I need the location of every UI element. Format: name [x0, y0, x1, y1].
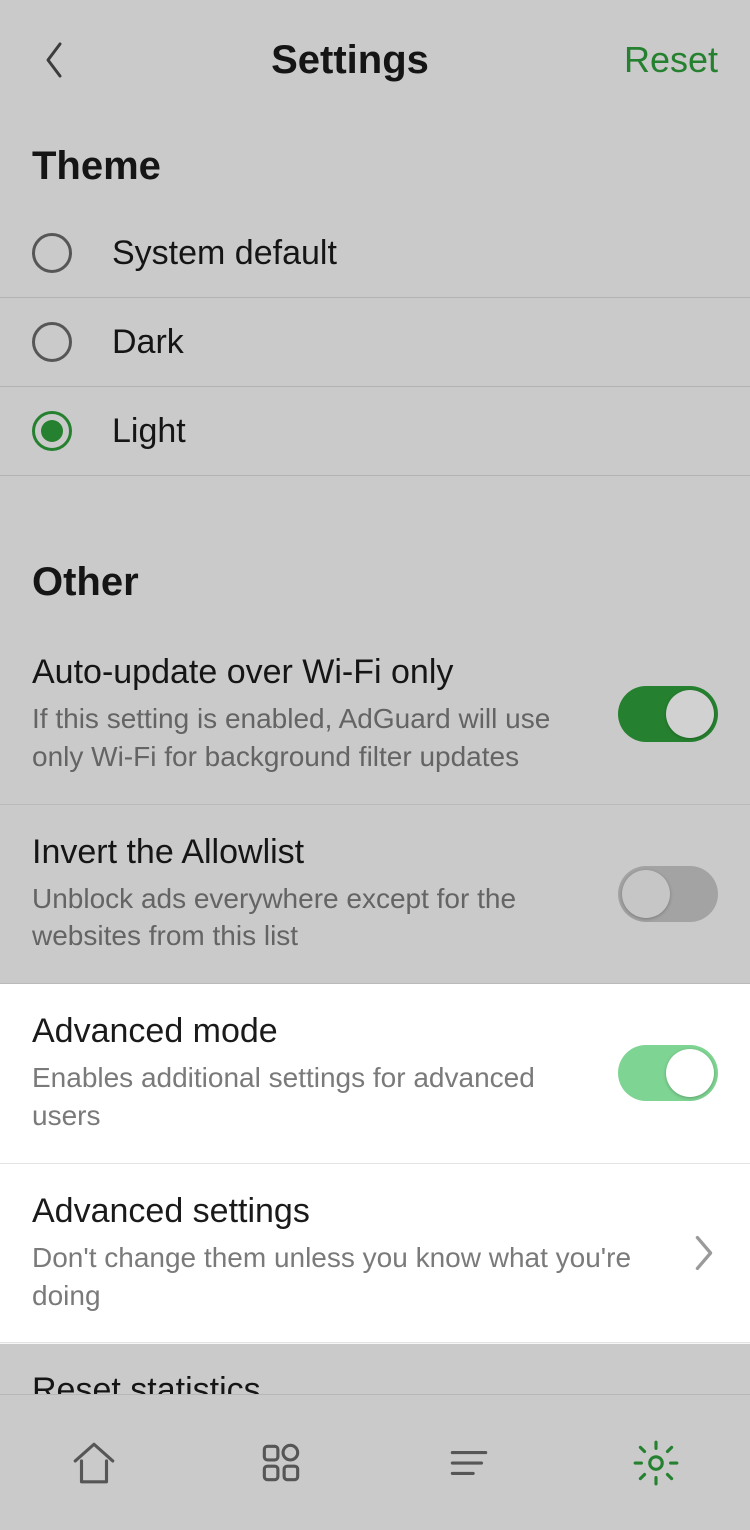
theme-option-label: System default — [112, 234, 337, 273]
toggle-knob — [666, 690, 714, 738]
tab-home[interactable] — [69, 1438, 119, 1488]
spacer — [0, 476, 750, 536]
toggle-knob — [666, 1049, 714, 1097]
toggle-invert-allowlist[interactable] — [618, 866, 718, 922]
row-text: Invert the Allowlist Unblock ads everywh… — [32, 833, 618, 956]
row-advanced-mode[interactable]: Advanced mode Enables additional setting… — [0, 984, 750, 1164]
section-heading-theme: Theme — [0, 120, 750, 209]
chevron-left-icon — [42, 40, 66, 80]
gear-icon — [631, 1438, 681, 1488]
row-text: Advanced mode Enables additional setting… — [32, 1012, 618, 1135]
page-title: Settings — [76, 38, 624, 83]
row-text: Advanced settings Don't change them unle… — [32, 1192, 690, 1315]
header: Settings Reset — [0, 0, 750, 120]
theme-option-label: Dark — [112, 323, 184, 362]
row-desc: If this setting is enabled, AdGuard will… — [32, 700, 594, 776]
radio-icon — [32, 322, 72, 362]
home-icon — [69, 1438, 119, 1488]
tab-activity[interactable] — [444, 1438, 494, 1488]
row-desc: Enables additional settings for advanced… — [32, 1059, 594, 1135]
chevron-right-icon — [690, 1231, 718, 1275]
radio-icon — [32, 233, 72, 273]
toggle-knob — [622, 870, 670, 918]
toggle-wifi-only[interactable] — [618, 686, 718, 742]
toggle-advanced-mode[interactable] — [618, 1045, 718, 1101]
row-title: Advanced settings — [32, 1192, 666, 1231]
back-button[interactable] — [32, 38, 76, 82]
radio-icon-selected — [32, 411, 72, 451]
reset-button[interactable]: Reset — [624, 39, 718, 81]
tab-settings[interactable] — [631, 1438, 681, 1488]
row-advanced-settings[interactable]: Advanced settings Don't change them unle… — [0, 1164, 750, 1344]
section-heading-other: Other — [0, 536, 750, 625]
row-invert-allowlist[interactable]: Invert the Allowlist Unblock ads everywh… — [0, 805, 750, 985]
row-desc: Unblock ads everywhere except for the we… — [32, 880, 594, 956]
tab-apps[interactable] — [256, 1438, 306, 1488]
list-icon — [444, 1438, 494, 1488]
theme-option-label: Light — [112, 412, 186, 451]
row-title: Invert the Allowlist — [32, 833, 594, 872]
theme-option-system[interactable]: System default — [0, 209, 750, 298]
tab-bar — [0, 1394, 750, 1530]
row-title: Advanced mode — [32, 1012, 594, 1051]
row-title: Auto-update over Wi-Fi only — [32, 653, 594, 692]
row-desc: Don't change them unless you know what y… — [32, 1239, 666, 1315]
grid-icon — [256, 1438, 306, 1488]
row-wifi-only[interactable]: Auto-update over Wi-Fi only If this sett… — [0, 625, 750, 805]
theme-option-light[interactable]: Light — [0, 387, 750, 476]
theme-option-dark[interactable]: Dark — [0, 298, 750, 387]
row-text: Auto-update over Wi-Fi only If this sett… — [32, 653, 618, 776]
